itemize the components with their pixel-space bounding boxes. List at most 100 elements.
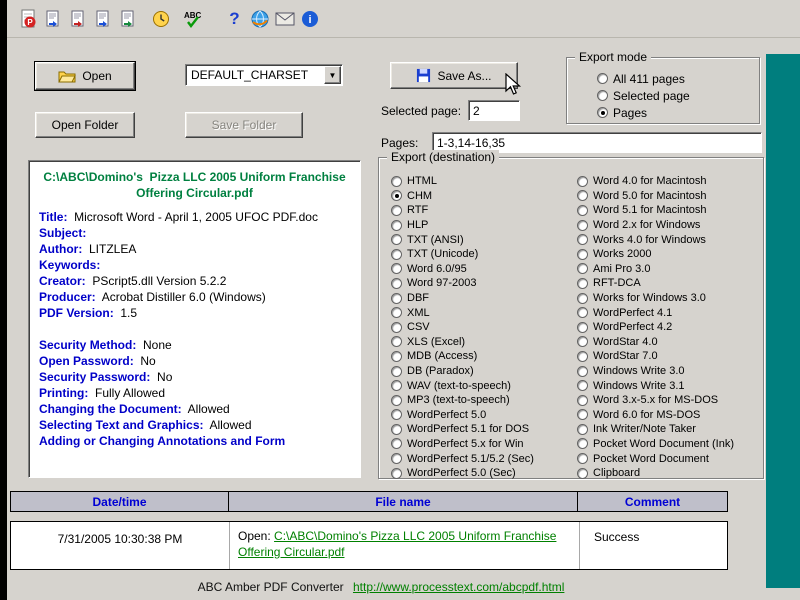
radio-button-icon[interactable]: [577, 190, 588, 202]
radio-button-icon[interactable]: [391, 336, 402, 348]
history-clock-icon[interactable]: [148, 6, 173, 31]
spellcheck-abc-icon[interactable]: ABC: [181, 6, 206, 31]
radio-button-icon[interactable]: [577, 365, 588, 377]
save-folder-button[interactable]: Save Folder: [185, 112, 303, 138]
radio-button-icon[interactable]: [391, 307, 402, 319]
radio-button-icon[interactable]: [391, 277, 402, 289]
radio-button-icon[interactable]: [391, 409, 402, 421]
radio-button-icon[interactable]: [577, 307, 588, 319]
radio-button-icon[interactable]: [577, 263, 588, 275]
export-doc-icon-2[interactable]: [65, 6, 90, 31]
export-doc-icon-3[interactable]: [90, 6, 115, 31]
radio-button-icon[interactable]: [391, 292, 402, 304]
radio-option-word-6-0-95[interactable]: Word 6.0/95: [391, 262, 576, 277]
radio-button-icon[interactable]: [391, 365, 402, 377]
radio-button-icon[interactable]: [391, 248, 402, 260]
radio-button-icon[interactable]: [577, 219, 588, 231]
radio-option-db-paradox[interactable]: DB (Paradox): [391, 364, 576, 379]
radio-option-all-411-pages[interactable]: All 411 pages: [597, 70, 690, 87]
radio-button-icon[interactable]: [391, 234, 402, 246]
radio-button-icon[interactable]: [577, 234, 588, 246]
radio-option-wordperfect-5-1-5-2-sec[interactable]: WordPerfect 5.1/5.2 (Sec): [391, 451, 576, 466]
radio-button-icon[interactable]: [597, 90, 608, 101]
radio-option-selected-page[interactable]: Selected page: [597, 87, 690, 104]
column-header-datetime[interactable]: Date/time: [10, 491, 229, 512]
open-folder-button[interactable]: Open Folder: [35, 112, 135, 138]
radio-option-wordperfect-5-x-for-win[interactable]: WordPerfect 5.x for Win: [391, 437, 576, 452]
radio-option-xml[interactable]: XML: [391, 305, 576, 320]
selected-page-input[interactable]: [468, 100, 520, 121]
radio-option-wordperfect-4-2[interactable]: WordPerfect 4.2: [577, 320, 759, 335]
radio-button-icon[interactable]: [577, 336, 588, 348]
radio-option-clipboard[interactable]: Clipboard: [577, 466, 759, 481]
help-icon[interactable]: ?: [222, 6, 247, 31]
radio-option-word-97-2003[interactable]: Word 97-2003: [391, 276, 576, 291]
radio-option-mp3-text-to-speech[interactable]: MP3 (text-to-speech): [391, 393, 576, 408]
radio-button-icon[interactable]: [391, 394, 402, 406]
history-file-link[interactable]: C:\ABC\Domino's Pizza LLC 2005 Uniform F…: [238, 529, 556, 559]
history-row[interactable]: 7/31/2005 10:30:38 PM Open: C:\ABC\Domin…: [10, 521, 728, 570]
radio-option-csv[interactable]: CSV: [391, 320, 576, 335]
radio-button-icon[interactable]: [391, 380, 402, 392]
radio-option-wordstar-4-0[interactable]: WordStar 4.0: [577, 335, 759, 350]
radio-option-windows-write-3-0[interactable]: Windows Write 3.0: [577, 364, 759, 379]
radio-option-ami-pro-3-0[interactable]: Ami Pro 3.0: [577, 262, 759, 277]
radio-option-wordstar-7-0[interactable]: WordStar 7.0: [577, 349, 759, 364]
radio-option-wordperfect-5-0[interactable]: WordPerfect 5.0: [391, 408, 576, 423]
radio-button-icon[interactable]: [391, 190, 402, 202]
radio-option-wordperfect-5-1-for-dos[interactable]: WordPerfect 5.1 for DOS: [391, 422, 576, 437]
radio-option-rft-dca[interactable]: RFT-DCA: [577, 276, 759, 291]
radio-button-icon[interactable]: [577, 394, 588, 406]
export-doc-icon-4[interactable]: [115, 6, 140, 31]
radio-button-icon[interactable]: [391, 321, 402, 333]
radio-button-icon[interactable]: [597, 73, 608, 84]
radio-button-icon[interactable]: [577, 175, 588, 187]
radio-button-icon[interactable]: [577, 380, 588, 392]
column-header-comment[interactable]: Comment: [577, 491, 728, 512]
radio-option-pages[interactable]: Pages: [597, 104, 690, 121]
radio-button-icon[interactable]: [577, 350, 588, 362]
radio-option-word-3-x-5-x-for-ms-dos[interactable]: Word 3.x-5.x for MS-DOS: [577, 393, 759, 408]
radio-button-icon[interactable]: [577, 467, 588, 479]
radio-button-icon[interactable]: [391, 350, 402, 362]
footer-website-link[interactable]: http://www.processtext.com/abcpdf.html: [353, 580, 564, 594]
radio-option-works-4-0-for-windows[interactable]: Works 4.0 for Windows: [577, 232, 759, 247]
radio-button-icon[interactable]: [391, 263, 402, 275]
chevron-down-icon[interactable]: ▼: [324, 66, 341, 84]
radio-option-pocket-word-document-ink[interactable]: Pocket Word Document (Ink): [577, 437, 759, 452]
radio-button-icon[interactable]: [391, 467, 402, 479]
mail-icon[interactable]: [272, 6, 297, 31]
radio-option-hlp[interactable]: HLP: [391, 218, 576, 233]
radio-option-windows-write-3-1[interactable]: Windows Write 3.1: [577, 378, 759, 393]
radio-button-icon[interactable]: [391, 175, 402, 187]
radio-button-icon[interactable]: [391, 438, 402, 450]
radio-option-dbf[interactable]: DBF: [391, 291, 576, 306]
radio-button-icon[interactable]: [391, 453, 402, 465]
radio-option-chm[interactable]: CHM: [391, 189, 576, 204]
pdf-file-icon[interactable]: P: [15, 6, 40, 31]
radio-option-txt-ansi[interactable]: TXT (ANSI): [391, 232, 576, 247]
radio-button-icon[interactable]: [577, 453, 588, 465]
radio-option-word-4-0-for-macintosh[interactable]: Word 4.0 for Macintosh: [577, 174, 759, 189]
radio-option-word-2-x-for-windows[interactable]: Word 2.x for Windows: [577, 218, 759, 233]
radio-button-icon[interactable]: [391, 423, 402, 435]
radio-option-mdb-access[interactable]: MDB (Access): [391, 349, 576, 364]
radio-option-txt-unicode[interactable]: TXT (Unicode): [391, 247, 576, 262]
radio-option-word-5-1-for-macintosh[interactable]: Word 5.1 for Macintosh: [577, 203, 759, 218]
home-globe-icon[interactable]: [247, 6, 272, 31]
about-icon[interactable]: i: [297, 6, 322, 31]
radio-option-word-5-0-for-macintosh[interactable]: Word 5.0 for Macintosh: [577, 189, 759, 204]
radio-button-icon[interactable]: [577, 292, 588, 304]
radio-button-icon[interactable]: [391, 219, 402, 231]
radio-button-icon[interactable]: [597, 107, 608, 118]
radio-button-icon[interactable]: [577, 438, 588, 450]
radio-button-icon[interactable]: [577, 423, 588, 435]
charset-dropdown[interactable]: DEFAULT_CHARSET ▼: [185, 64, 343, 86]
radio-option-works-2000[interactable]: Works 2000: [577, 247, 759, 262]
open-button[interactable]: Open: [34, 61, 136, 91]
column-header-filename[interactable]: File name: [228, 491, 578, 512]
radio-option-html[interactable]: HTML: [391, 174, 576, 189]
save-as-button[interactable]: Save As...: [390, 62, 518, 89]
radio-option-wordperfect-5-0-sec[interactable]: WordPerfect 5.0 (Sec): [391, 466, 576, 481]
radio-option-xls-excel[interactable]: XLS (Excel): [391, 335, 576, 350]
